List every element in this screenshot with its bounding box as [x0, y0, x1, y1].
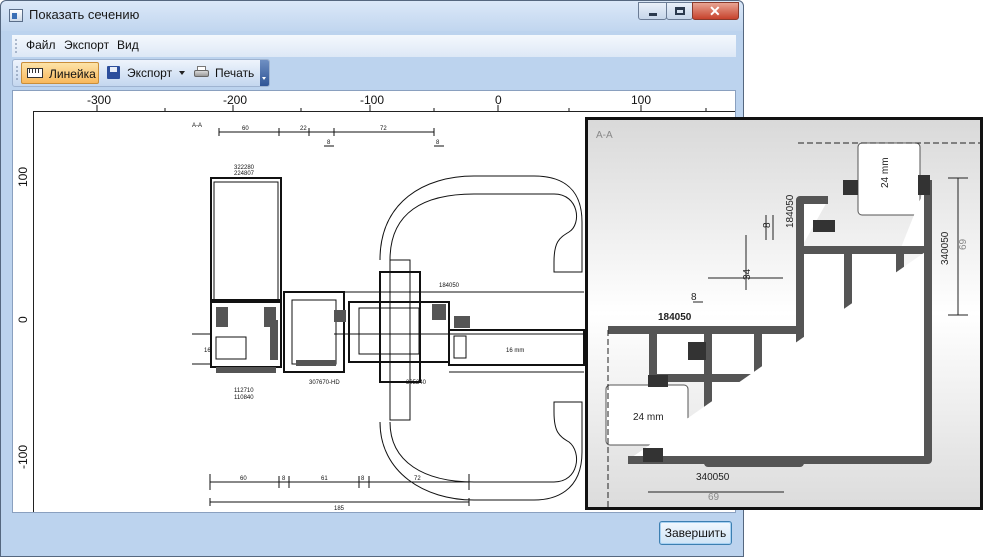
detail-profile-code: 340050: [940, 231, 951, 265]
dimension-label: 61: [321, 476, 328, 482]
maximize-button[interactable]: [666, 2, 693, 20]
vruler-label: -100: [16, 444, 30, 469]
section-label: A-A: [192, 123, 202, 129]
profile-code: 110840: [234, 395, 254, 401]
dimension-label: 8: [361, 476, 365, 482]
finish-button[interactable]: Завершить: [659, 521, 732, 545]
vertical-ruler: 100 0 -100: [13, 111, 34, 512]
profile-code: 224807: [234, 171, 255, 177]
menu-file[interactable]: Файл: [26, 38, 56, 52]
dimension-label: 185: [334, 506, 345, 512]
dimension-label: 8: [282, 476, 286, 482]
detail-dimension-label: 8: [762, 222, 773, 228]
profile-code: 112710: [234, 388, 254, 394]
detail-profile-code: 340050: [696, 472, 730, 483]
horizontal-ruler: -300 -200 -100 0 100: [13, 91, 735, 112]
profile-code: 305240: [406, 380, 427, 386]
profile-code: 184050: [439, 283, 460, 289]
close-button[interactable]: ✕: [692, 2, 739, 20]
dimension-label: 72: [414, 476, 421, 482]
detail-dimension-label: 69: [958, 238, 969, 250]
ruler-icon: [27, 68, 43, 78]
menu-bar: Файл Экспорт Вид: [12, 35, 736, 57]
minimize-icon: [649, 13, 657, 16]
vruler-label: 100: [16, 166, 30, 187]
minimize-button[interactable]: [638, 2, 667, 20]
dimension-label: 60: [240, 476, 247, 482]
dimension-label: 22: [300, 126, 307, 132]
export-button[interactable]: Экспорт: [103, 62, 187, 84]
close-icon: ✕: [709, 3, 721, 19]
menu-export[interactable]: Экспорт: [64, 38, 109, 52]
printer-icon: [194, 66, 209, 78]
toolbar: Линейка Экспорт Печать: [12, 59, 270, 87]
detail-section-label: A-A: [596, 130, 613, 141]
print-button-label: Печать: [215, 66, 255, 80]
menu-view[interactable]: Вид: [117, 38, 139, 52]
detail-dimension-label: 34: [742, 268, 753, 280]
ruler-button-label: Линейка: [49, 67, 96, 81]
detail-profile-code: 184050: [658, 312, 692, 323]
dimension-label: 8: [327, 140, 331, 146]
window-title: Показать сечению: [29, 7, 140, 22]
glass-label: 16 mm: [506, 348, 524, 354]
export-button-label: Экспорт: [127, 66, 173, 80]
detail-dimension-label: 8: [691, 292, 697, 303]
dimension-label: 8: [436, 140, 440, 146]
title-bar[interactable]: Показать сечению ✕: [1, 1, 743, 31]
dimension-label: 72: [380, 126, 387, 132]
profile-code: 307670-HD: [309, 380, 340, 386]
menu-grip-icon[interactable]: [15, 38, 17, 54]
save-icon: [107, 66, 120, 79]
glass-label: 16: [204, 348, 211, 354]
finish-button-label: Завершить: [664, 526, 727, 540]
detail-dimension-label: 69: [708, 492, 720, 503]
detail-profile-code: 184050: [785, 194, 796, 228]
toolbar-grip-icon[interactable]: [16, 65, 18, 81]
ruler-button[interactable]: Линейка: [21, 62, 99, 84]
toolbar-overflow-button[interactable]: [260, 60, 269, 86]
detail-glass-label: 24 mm: [880, 157, 891, 188]
chevron-down-icon[interactable]: [179, 71, 185, 75]
detail-glass-label: 24 mm: [633, 412, 664, 423]
section-detail-preview: A-A 24 mm 24 mm 184050 184050 340050 340…: [585, 117, 983, 510]
dimension-label: 60: [242, 126, 249, 132]
maximize-icon: [675, 7, 685, 15]
app-icon: [9, 9, 23, 22]
vruler-label: 0: [16, 316, 30, 323]
print-button[interactable]: Печать: [191, 62, 257, 84]
hruler-ticks: [96, 105, 707, 111]
detail-drawing: A-A 24 mm 24 mm 184050 184050 340050 340…: [588, 120, 980, 507]
